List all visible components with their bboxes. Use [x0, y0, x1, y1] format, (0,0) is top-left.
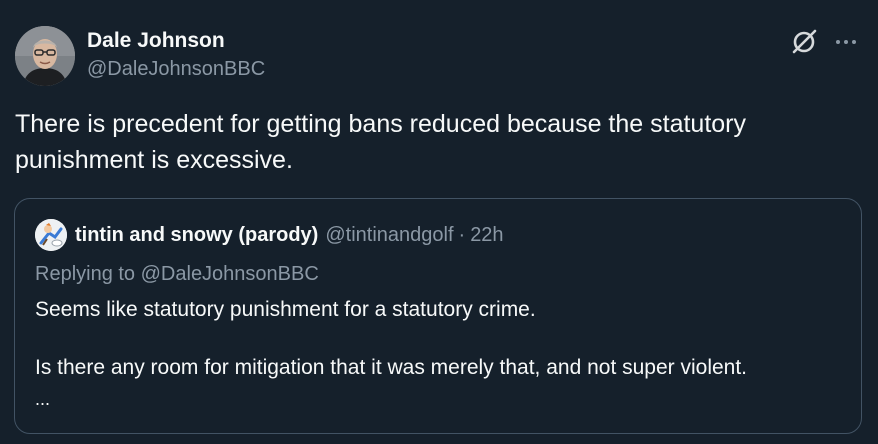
author-avatar-photo [15, 26, 75, 86]
tweet-text: There is precedent for getting bans redu… [15, 110, 747, 174]
quoted-author-display-name[interactable]: tintin and snowy (parody) [75, 224, 318, 247]
quoted-author-handle[interactable]: @tintinandgolf [325, 224, 453, 247]
author-avatar[interactable] [15, 26, 75, 86]
author-display-name[interactable]: Dale Johnson [87, 28, 265, 54]
quoted-tweet-body: Seems like statutory punishment for a st… [35, 295, 845, 382]
grok-icon[interactable] [790, 28, 818, 56]
quoted-separator: · [458, 223, 466, 246]
replying-to-label: Replying to [35, 263, 136, 285]
header-actions [790, 28, 858, 56]
more-horizontal-icon[interactable] [834, 30, 858, 54]
quoted-author-avatar-image [35, 219, 67, 251]
author-block: Dale Johnson @DaleJohnsonBBC [87, 28, 265, 83]
quoted-timestamp[interactable]: 22h [470, 224, 503, 247]
quoted-tweet-header: tintin and snowy (parody) @tintinandgolf… [35, 219, 504, 251]
quoted-author-avatar[interactable] [35, 219, 67, 251]
quoted-paragraph: Is there any room for mitigation that it… [35, 356, 748, 379]
quoted-paragraph: Seems like statutory punishment for a st… [35, 298, 536, 321]
truncation-ellipsis: ... [35, 389, 51, 409]
replying-to-handle[interactable]: @DaleJohnsonBBC [141, 263, 319, 285]
quoted-tweet[interactable]: tintin and snowy (parody) @tintinandgolf… [14, 198, 862, 434]
tweet-card: Dale Johnson @DaleJohnsonBBC There is pr… [0, 0, 878, 444]
replying-to-line: Replying to @DaleJohnsonBBC [35, 261, 319, 287]
author-handle[interactable]: @DaleJohnsonBBC [87, 55, 265, 83]
